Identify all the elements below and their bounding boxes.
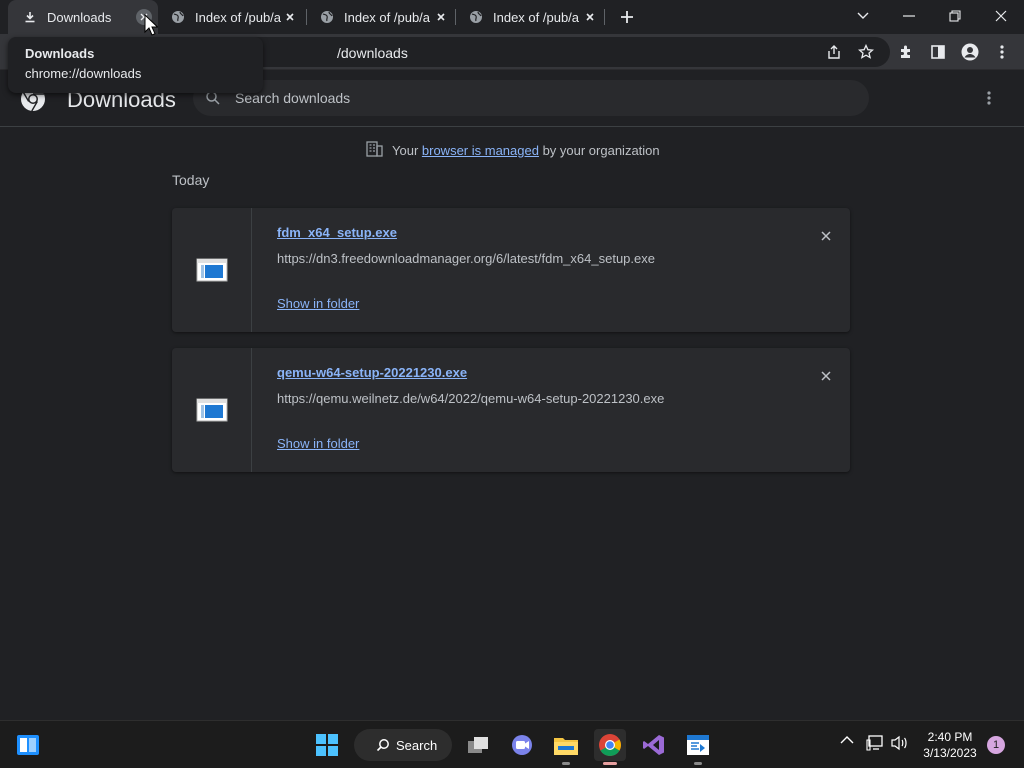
- volume-icon[interactable]: [891, 735, 909, 751]
- show-in-folder-link[interactable]: Show in folder: [277, 436, 359, 451]
- tab-title: Index of /pub/a: [493, 9, 580, 25]
- tab-search-button[interactable]: [840, 0, 886, 32]
- close-window-button[interactable]: [978, 0, 1024, 32]
- search-icon: [205, 90, 221, 111]
- downloads-menu-icon[interactable]: [979, 88, 999, 108]
- remove-download-button[interactable]: [816, 366, 836, 386]
- tab-hover-tooltip: Downloads chrome://downloads: [8, 37, 263, 93]
- profile-avatar-icon[interactable]: [960, 42, 980, 62]
- tab-index-3[interactable]: Index of /pub/a: [454, 0, 604, 34]
- download-filename-link[interactable]: qemu-w64-setup-20221230.exe: [277, 365, 467, 380]
- widgets-icon[interactable]: [12, 729, 44, 761]
- search-icon: [376, 739, 389, 752]
- tab-title: Index of /pub/a: [344, 9, 431, 25]
- tab-close-button[interactable]: [433, 9, 449, 25]
- managed-suffix: by your organization: [538, 143, 660, 158]
- managed-notice: Your browser is managed by your organiza…: [366, 141, 660, 160]
- task-view-icon[interactable]: [462, 729, 494, 761]
- download-item: qemu-w64-setup-20221230.exe https://qemu…: [172, 348, 850, 472]
- globe-icon: [319, 9, 335, 25]
- chrome-taskbar-icon[interactable]: [594, 729, 626, 765]
- tab-separator: [604, 9, 605, 25]
- share-icon[interactable]: [824, 42, 844, 62]
- tab-downloads[interactable]: Downloads: [8, 0, 158, 34]
- mouse-cursor-icon: [144, 13, 159, 41]
- visual-studio-icon[interactable]: [638, 729, 670, 761]
- taskbar-search-label: Search: [396, 737, 438, 753]
- extensions-icon[interactable]: [896, 42, 916, 62]
- file-icon: [172, 208, 252, 332]
- bookmark-star-icon[interactable]: [856, 42, 876, 62]
- date-heading: Today: [172, 172, 210, 188]
- address-text[interactable]: /downloads: [337, 45, 408, 61]
- download-url: https://qemu.weilnetz.de/w64/2022/qemu-w…: [277, 391, 665, 406]
- remote-app-icon[interactable]: [682, 729, 714, 765]
- restore-button[interactable]: [932, 0, 978, 32]
- clock-date: 3/13/2023: [923, 746, 977, 760]
- tab-close-button[interactable]: [282, 9, 298, 25]
- teams-chat-icon[interactable]: [506, 729, 538, 761]
- running-indicator: [694, 762, 702, 765]
- tab-title: Index of /pub/a: [195, 9, 282, 25]
- search-box[interactable]: [193, 80, 869, 116]
- chrome-menu-icon[interactable]: [992, 42, 1012, 62]
- download-icon: [22, 9, 38, 25]
- network-icon[interactable]: [866, 735, 884, 751]
- show-in-folder-link[interactable]: Show in folder: [277, 296, 359, 311]
- tab-close-button[interactable]: [582, 9, 598, 25]
- managed-prefix: Your: [392, 143, 422, 158]
- file-explorer-icon[interactable]: [550, 729, 582, 765]
- notification-badge[interactable]: 1: [987, 736, 1005, 754]
- globe-icon: [468, 9, 484, 25]
- tab-title: Downloads: [47, 9, 112, 25]
- active-indicator: [603, 762, 617, 765]
- taskbar-search-button[interactable]: Search: [354, 729, 452, 761]
- building-icon: [366, 141, 383, 160]
- windows-taskbar: Search 2:40 PM 3/13/2023 1: [0, 720, 1024, 768]
- chevron-up-icon[interactable]: [840, 735, 854, 745]
- download-filename-link[interactable]: fdm_x64_setup.exe: [277, 225, 397, 240]
- file-icon: [172, 348, 252, 472]
- tab-index-1[interactable]: Index of /pub/a: [156, 0, 304, 34]
- running-indicator: [562, 762, 570, 765]
- download-item: fdm_x64_setup.exe https://dn3.freedownlo…: [172, 208, 850, 332]
- download-url: https://dn3.freedownloadmanager.org/6/la…: [277, 251, 655, 266]
- tooltip-url: chrome://downloads: [25, 66, 142, 81]
- remove-download-button[interactable]: [816, 226, 836, 246]
- search-input[interactable]: [235, 89, 835, 107]
- start-icon[interactable]: [311, 729, 343, 761]
- new-tab-button[interactable]: [615, 5, 639, 29]
- browser-managed-link[interactable]: browser is managed: [422, 143, 539, 158]
- tab-index-2[interactable]: Index of /pub/a: [305, 0, 455, 34]
- tooltip-title: Downloads: [25, 46, 95, 61]
- side-panel-icon[interactable]: [928, 42, 948, 62]
- minimize-button[interactable]: [886, 0, 932, 32]
- globe-icon: [170, 9, 186, 25]
- clock-time: 2:40 PM: [927, 730, 973, 744]
- system-clock[interactable]: 2:40 PM 3/13/2023: [920, 729, 980, 761]
